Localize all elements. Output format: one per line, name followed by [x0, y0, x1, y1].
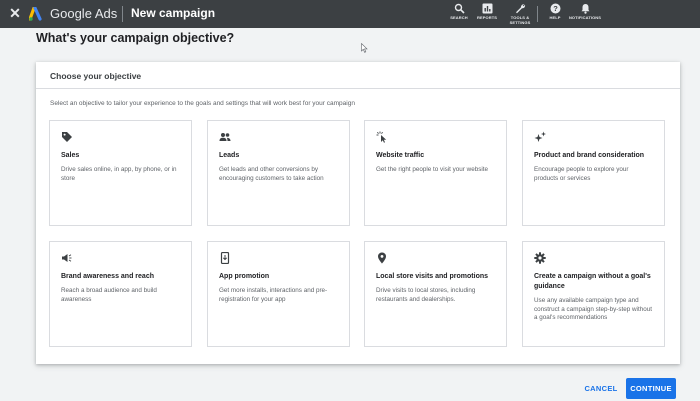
- click-icon: [376, 131, 387, 143]
- notifications-label: NOTIFICATIONS: [568, 15, 602, 20]
- objective-title: Brand awareness and reach: [61, 273, 154, 280]
- tag-icon: [62, 132, 72, 142]
- notifications-button[interactable]: NOTIFICATIONS: [567, 3, 603, 20]
- objective-tile-website-traffic[interactable]: Website traffic Get the right people to …: [364, 120, 507, 226]
- objective-description: Drive visits to local stores, including …: [376, 287, 476, 303]
- objective-tile-awareness[interactable]: Brand awareness and reach Reach a broad …: [49, 241, 192, 347]
- search-button[interactable]: SEARCH: [449, 3, 469, 20]
- objective-description: Get the right people to visit your websi…: [376, 166, 489, 173]
- topbar-divider: [122, 6, 123, 22]
- reports-label: REPORTS: [476, 15, 498, 20]
- cancel-button[interactable]: CANCEL: [578, 378, 624, 398]
- objective-title: Website traffic: [376, 152, 425, 159]
- continue-button[interactable]: CONTINUE: [626, 378, 676, 399]
- objective-title: Leads: [219, 152, 240, 159]
- people-icon: [219, 133, 231, 141]
- tools-settings-label: TOOLS & SETTINGS: [510, 15, 531, 25]
- page-title: What's your campaign objective?: [36, 31, 235, 45]
- objective-description: Use any available campaign type and cons…: [534, 297, 652, 321]
- mouse-cursor-icon: [361, 43, 368, 53]
- help-button[interactable]: ? HELP: [546, 3, 564, 20]
- objective-tile-app-promotion[interactable]: App promotion Get more installs, interac…: [207, 241, 350, 347]
- page-name: New campaign: [131, 6, 216, 20]
- svg-text:?: ?: [553, 4, 558, 13]
- objective-tile-sales[interactable]: Sales Drive sales online, in app, by pho…: [49, 120, 192, 226]
- card-divider: [36, 88, 680, 89]
- top-app-bar: ✕ Google Ads New campaign SEARCH REPORTS…: [0, 0, 700, 28]
- objective-title: Product and brand consideration: [534, 152, 645, 159]
- close-icon[interactable]: ✕: [8, 6, 22, 20]
- topbar-separator: [537, 6, 538, 22]
- search-label: SEARCH: [450, 15, 468, 20]
- objective-tile-leads[interactable]: Leads Get leads and other conversions by…: [207, 120, 350, 226]
- reports-icon: [482, 3, 492, 14]
- tools-label-line2: SETTINGS: [509, 20, 531, 25]
- phone-icon: [220, 252, 230, 264]
- tools-settings-button[interactable]: TOOLS & SETTINGS: [507, 3, 533, 25]
- objective-description: Get leads and other conversions by encou…: [219, 166, 324, 182]
- objective-tile-consideration[interactable]: Product and brand consideration Encourag…: [522, 120, 665, 226]
- objective-description: Encourage people to explore your product…: [534, 166, 629, 182]
- objective-title: Create a campaign without a goal's guida…: [534, 273, 651, 290]
- objective-tile-no-goal[interactable]: Create a campaign without a goal's guida…: [522, 241, 665, 347]
- gear-icon: [534, 252, 546, 264]
- card-subtitle: Select an objective to tailor your exper…: [50, 100, 355, 107]
- bell-icon: [581, 4, 589, 14]
- objective-description: Get more installs, interactions and pre-…: [219, 287, 328, 303]
- search-icon: [454, 3, 465, 14]
- objective-description: Reach a broad audience and build awarene…: [61, 287, 157, 303]
- card-title: Choose your objective: [50, 71, 142, 81]
- help-icon: ?: [550, 3, 560, 14]
- sparkle-icon: [534, 131, 546, 142]
- objective-card: Choose your objective Select an objectiv…: [36, 62, 680, 364]
- megaphone-icon: [62, 254, 72, 262]
- objective-tile-local-store[interactable]: Local store visits and promotions Drive …: [364, 241, 507, 347]
- reports-button[interactable]: REPORTS: [475, 3, 499, 20]
- brand-name: Google Ads: [50, 6, 118, 21]
- google-ads-logo: [29, 7, 42, 21]
- objective-description: Drive sales online, in app, by phone, or…: [61, 166, 177, 182]
- pin-icon: [378, 252, 386, 264]
- objective-title: Sales: [61, 152, 80, 159]
- wrench-icon: [515, 4, 525, 14]
- objective-title: App promotion: [219, 273, 270, 280]
- objective-title: Local store visits and promotions: [376, 273, 489, 280]
- help-label: HELP: [549, 15, 561, 20]
